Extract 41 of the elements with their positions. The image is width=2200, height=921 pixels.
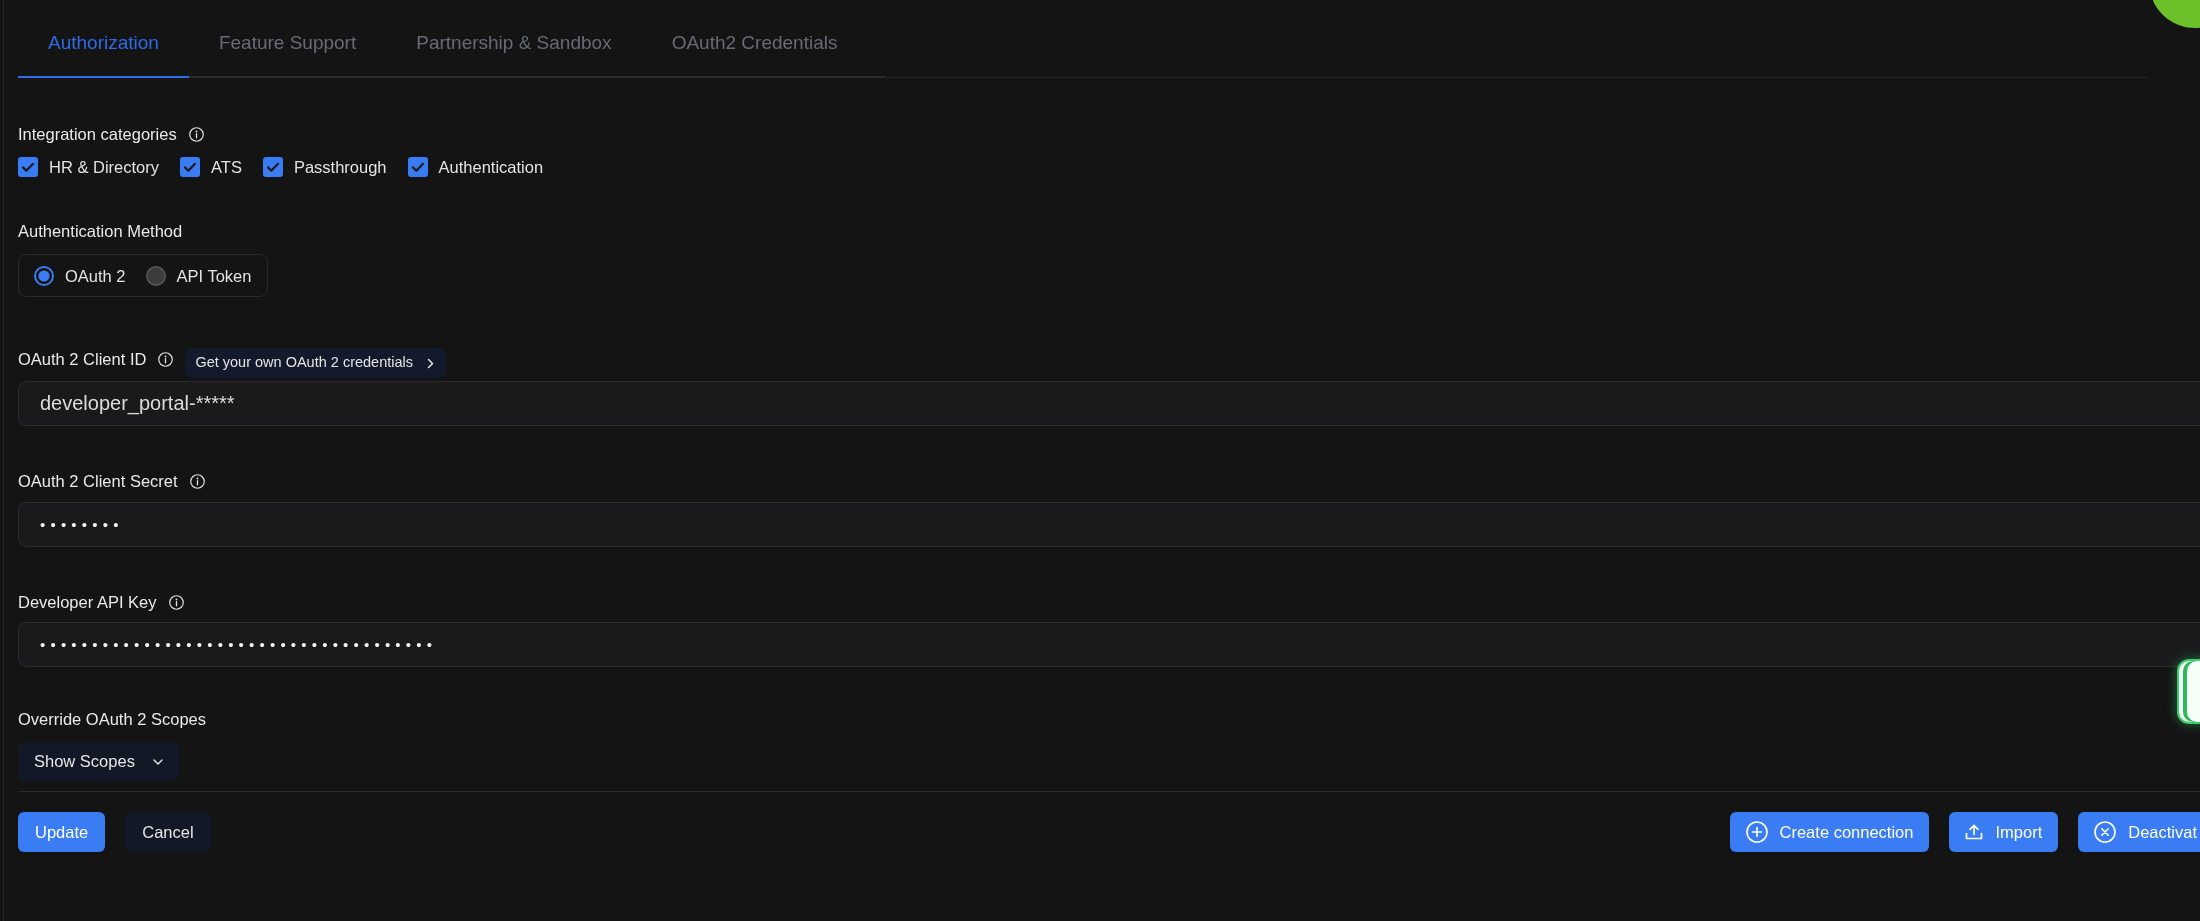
tab[interactable]: Feature Support bbox=[188, 0, 387, 78]
radio-label: OAuth 2 bbox=[65, 265, 126, 286]
field-label: OAuth 2 Client Secret bbox=[18, 471, 178, 491]
checkbox-label: HR & Directory bbox=[49, 157, 159, 177]
create-connection-button[interactable]: Create connection bbox=[1729, 812, 1930, 852]
radio-button[interactable] bbox=[34, 265, 54, 286]
plus-circle-icon bbox=[1745, 821, 1768, 843]
cancel-button[interactable]: Cancel bbox=[125, 812, 211, 852]
checkbox-label: ATS bbox=[211, 157, 242, 177]
import-button[interactable]: Import bbox=[1949, 812, 2059, 852]
radio-label: API Token bbox=[176, 265, 252, 286]
field-label: OAuth 2 Client ID bbox=[18, 349, 147, 369]
chevron-right-icon bbox=[427, 357, 434, 369]
section-label: Authentication Method bbox=[18, 221, 183, 241]
section-label: Integration categories bbox=[18, 124, 177, 144]
tab[interactable]: Authorization bbox=[18, 0, 189, 78]
show-scopes-button[interactable]: Show Scopes bbox=[18, 742, 179, 781]
checkbox[interactable] bbox=[262, 157, 283, 177]
chevron-down-icon bbox=[152, 758, 163, 765]
checkbox[interactable] bbox=[18, 157, 38, 177]
section-label: Override OAuth 2 Scopes bbox=[18, 709, 206, 729]
tab[interactable]: OAuth2 Credentials bbox=[641, 0, 868, 78]
deactivate-button[interactable]: Deactivat bbox=[2078, 812, 2200, 852]
info-icon[interactable] bbox=[168, 594, 184, 610]
radio-button[interactable] bbox=[145, 265, 166, 286]
update-button[interactable]: Update bbox=[18, 812, 106, 852]
info-icon[interactable] bbox=[189, 473, 205, 489]
checkbox-label: Authentication bbox=[438, 157, 544, 177]
tab[interactable]: Partnership & Sandbox bbox=[386, 0, 642, 78]
x-circle-icon bbox=[2094, 821, 2117, 843]
upload-icon bbox=[1965, 823, 1984, 841]
checkbox[interactable] bbox=[180, 157, 200, 177]
api-key-field[interactable]: •••••••••••••••••••••••••••••••••••••• bbox=[18, 622, 2200, 667]
credentials-link[interactable]: Get your own OAuth 2 credentials bbox=[185, 348, 446, 378]
client-id-field[interactable]: developer_portal-***** bbox=[18, 381, 2200, 426]
info-icon[interactable] bbox=[158, 352, 174, 367]
field-label: Developer API Key bbox=[18, 592, 157, 612]
info-icon[interactable] bbox=[188, 126, 204, 142]
checkbox[interactable] bbox=[407, 157, 428, 177]
client-secret-field[interactable]: •••••••• bbox=[18, 502, 2200, 547]
checkbox-label: Passthrough bbox=[293, 157, 387, 177]
